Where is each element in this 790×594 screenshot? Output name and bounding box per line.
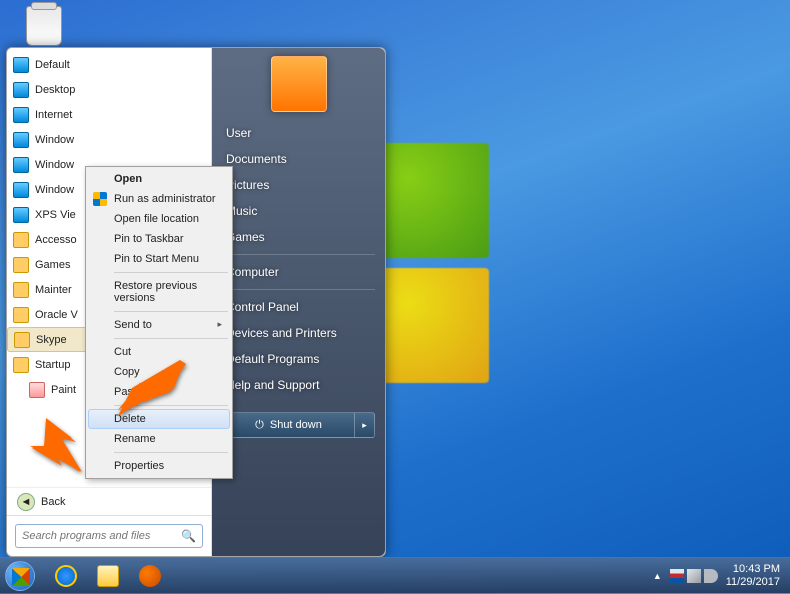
start-menu-item-label: Window — [35, 159, 74, 171]
folder-icon — [14, 332, 30, 348]
shortcut-icon — [13, 82, 29, 98]
shortcut-icon — [13, 157, 29, 173]
shutdown-button[interactable]: ⏻ Shut down — [222, 412, 355, 438]
start-menu-item-label: Desktop — [35, 84, 75, 96]
folder-icon — [13, 307, 29, 323]
start-right-documents[interactable]: Documents — [212, 146, 385, 172]
separator — [114, 272, 228, 273]
start-menu-item-label: Startup — [35, 359, 70, 371]
start-menu-right-pane: UserDocumentsPicturesMusicGames Computer C… — [212, 48, 385, 556]
start-menu-item-label: Window — [35, 134, 74, 146]
separator — [222, 289, 375, 290]
ctx-pin-to-taskbar[interactable]: Pin to Taskbar — [88, 229, 230, 249]
uac-shield-icon — [93, 192, 107, 206]
ctx-rename[interactable]: Rename — [88, 429, 230, 449]
taskbar-explorer[interactable] — [88, 561, 128, 591]
annotation-arrow-delete — [118, 360, 188, 420]
tray-expand-arrow[interactable]: ▲ — [653, 571, 662, 581]
ie-icon — [55, 565, 77, 587]
clock-date: 11/29/2017 — [726, 576, 780, 588]
start-menu-item-label: Internet — [35, 109, 72, 121]
folder-icon — [13, 357, 29, 373]
ctx-pin-to-start-menu[interactable]: Pin to Start Menu — [88, 249, 230, 269]
taskbar-media-player[interactable] — [130, 561, 170, 591]
shortcut-icon — [13, 57, 29, 73]
paint-icon — [29, 382, 45, 398]
annotation-arrow-item — [16, 418, 86, 478]
start-right-control-panel[interactable]: Control Panel — [212, 294, 385, 320]
separator — [114, 311, 228, 312]
search-input[interactable] — [22, 530, 181, 542]
context-menu: OpenRun as administratorOpen file locati… — [85, 166, 233, 479]
start-right-computer[interactable]: Computer — [212, 259, 385, 285]
back-label: Back — [41, 496, 65, 508]
shortcut-icon — [13, 107, 29, 123]
ctx-send-to[interactable]: Send to — [88, 315, 230, 335]
network-icon[interactable] — [687, 569, 701, 583]
user-picture[interactable] — [271, 56, 327, 112]
ctx-cut[interactable]: Cut — [88, 342, 230, 362]
sound-icon[interactable] — [704, 569, 718, 583]
start-menu-item-default[interactable]: Default — [7, 52, 211, 77]
desktop: Recycle Bin Skype DefaultDesktopInternet… — [0, 0, 790, 593]
folder-icon — [13, 232, 29, 248]
shortcut-icon — [13, 132, 29, 148]
separator — [114, 452, 228, 453]
back-arrow-icon: ◄ — [17, 493, 35, 511]
start-right-pictures[interactable]: Pictures — [212, 172, 385, 198]
start-menu-back[interactable]: ◄ Back — [7, 487, 211, 515]
start-menu-item-label: Oracle V — [35, 309, 78, 321]
taskbar-ie[interactable] — [46, 561, 86, 591]
ctx-open-file-location[interactable]: Open file location — [88, 209, 230, 229]
taskbar-clock[interactable]: 10:43 PM 11/29/2017 — [726, 563, 780, 587]
ctx-properties[interactable]: Properties — [88, 456, 230, 476]
folder-icon — [13, 257, 29, 273]
folder-icon — [13, 282, 29, 298]
start-menu-item-label: Window — [35, 184, 74, 196]
start-menu-item-desktop[interactable]: Desktop — [7, 77, 211, 102]
start-menu-item-label: Mainter — [35, 284, 72, 296]
separator — [114, 338, 228, 339]
shutdown-label: Shut down — [270, 419, 322, 431]
start-right-games[interactable]: Games — [212, 224, 385, 250]
start-menu-item-label: Default — [35, 59, 70, 71]
shortcut-icon — [13, 207, 29, 223]
recycle-bin-icon — [26, 6, 62, 46]
separator — [222, 254, 375, 255]
clock-time: 10:43 PM — [726, 563, 780, 575]
start-menu-item-label: Games — [35, 259, 70, 271]
taskbar: ▲ 10:43 PM 11/29/2017 — [0, 557, 790, 593]
search-icon: 🔍 — [181, 529, 196, 543]
system-tray: ▲ 10:43 PM 11/29/2017 — [653, 563, 790, 587]
explorer-icon — [97, 565, 119, 587]
start-button[interactable] — [0, 558, 40, 594]
ctx-run-as-administrator[interactable]: Run as administrator — [88, 189, 230, 209]
ctx-restore-previous-versions[interactable]: Restore previous versions — [88, 276, 230, 308]
ctx-open[interactable]: Open — [88, 169, 230, 189]
shortcut-icon — [13, 182, 29, 198]
start-right-user[interactable]: User — [212, 120, 385, 146]
start-menu-right-list: UserDocumentsPicturesMusicGames Computer C… — [212, 120, 385, 398]
start-menu-item-label: Paint — [51, 384, 76, 396]
windows-orb-icon — [5, 561, 35, 591]
start-right-devices-and-printers[interactable]: Devices and Printers — [212, 320, 385, 346]
start-menu-item-label: XPS Vie — [35, 209, 76, 221]
shutdown-options-arrow[interactable]: ▸ — [355, 412, 375, 438]
start-menu-item-label: Skype — [36, 334, 67, 346]
action-center-icon[interactable] — [670, 569, 684, 583]
start-right-help-and-support[interactable]: Help and Support — [212, 372, 385, 398]
media-player-icon — [139, 565, 161, 587]
start-right-default-programs[interactable]: Default Programs — [212, 346, 385, 372]
start-menu-item-internet[interactable]: Internet — [7, 102, 211, 127]
start-menu-search-area: 🔍 — [7, 515, 211, 556]
start-menu-item-label: Accesso — [35, 234, 77, 246]
power-icon: ⏻ — [255, 419, 264, 432]
start-menu-item-window[interactable]: Window — [7, 127, 211, 152]
start-right-music[interactable]: Music — [212, 198, 385, 224]
